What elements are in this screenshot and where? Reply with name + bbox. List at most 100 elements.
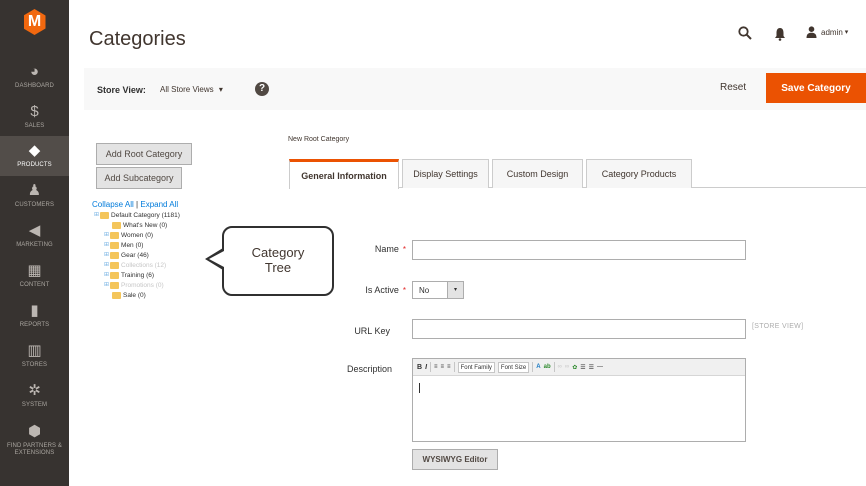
expand-toggle-icon[interactable]: ⊞ xyxy=(104,251,109,260)
expand-toggle-icon[interactable]: ⊞ xyxy=(104,231,109,240)
store-view-switcher[interactable]: All Store Views ▾ xyxy=(160,85,223,94)
callout-text: Category Tree xyxy=(222,245,334,275)
user-name: admin xyxy=(821,27,843,37)
tree-node[interactable]: ⊞ Collections (12) xyxy=(104,261,166,270)
nav-label: SYSTEM xyxy=(21,402,48,408)
horizontal-rule-icon[interactable]: — xyxy=(597,364,603,370)
expand-toggle-icon[interactable]: ⊞ xyxy=(104,261,109,270)
chevron-down-icon: ▾ xyxy=(844,29,849,36)
link-icon[interactable]: ∞ xyxy=(558,364,562,370)
text-color-button[interactable]: A xyxy=(536,364,540,370)
nav-item-partners[interactable]: ⬢ FIND PARTNERS & EXTENSIONS xyxy=(0,416,69,464)
admin-sidebar: M ◕ DASHBOARD $ SALES ◆ PRODUCTS ♟ CUSTO… xyxy=(0,0,69,486)
text-cursor xyxy=(419,383,420,393)
nav-item-products[interactable]: ◆ PRODUCTS xyxy=(0,136,69,176)
image-icon[interactable]: ✿ xyxy=(572,364,577,371)
nav-label: DASHBOARD xyxy=(15,83,54,89)
tab-custom-design[interactable]: Custom Design xyxy=(492,159,583,188)
store-view-value: All Store Views xyxy=(160,85,214,94)
folder-icon xyxy=(112,292,121,299)
tree-node[interactable]: ⊞ Men (0) xyxy=(104,241,143,250)
font-family-select[interactable]: Font Family xyxy=(457,361,495,373)
callout-line: Tree xyxy=(264,260,292,275)
expand-all-link[interactable]: Expand All xyxy=(140,200,178,209)
font-size-select[interactable]: Font Size xyxy=(497,361,530,373)
folder-icon xyxy=(110,232,120,239)
tree-node-label: Men (0) xyxy=(121,242,144,249)
chevron-down-icon: ▾ xyxy=(218,85,223,94)
tab-display-settings[interactable]: Display Settings xyxy=(402,159,489,188)
align-center-icon[interactable]: ≡ xyxy=(441,364,445,370)
nav-label: PRODUCTS xyxy=(17,162,52,168)
toolbar-separator xyxy=(453,362,455,372)
chevron-down-icon: ▾ xyxy=(447,282,463,298)
align-left-icon[interactable]: ≡ xyxy=(434,364,438,370)
tree-node-label: Training (6) xyxy=(121,272,155,279)
tree-node[interactable]: ⊞ Default Category (1181) xyxy=(94,211,180,220)
name-input[interactable] xyxy=(412,240,746,260)
collapse-all-link[interactable]: Collapse All xyxy=(92,200,134,209)
nav-item-reports[interactable]: ▮ REPORTS xyxy=(0,296,69,336)
is-active-label: Is Active * xyxy=(365,285,406,295)
description-editor[interactable]: B I ≡ ≡ ≡ Font Family Font Size A ab ∞ ∞… xyxy=(412,358,746,442)
bullet-list-icon[interactable]: ☰ xyxy=(580,364,585,371)
magento-logo-icon: M xyxy=(23,9,46,35)
category-tabs: General Information Display Settings Cus… xyxy=(289,156,866,189)
nav-item-dashboard[interactable]: ◕ DASHBOARD xyxy=(0,57,69,97)
folder-icon xyxy=(110,272,120,279)
highlight-color-button[interactable]: ab xyxy=(544,364,551,370)
tree-node[interactable]: ⊞ Gear (46) xyxy=(104,251,149,260)
dollar-icon: $ xyxy=(30,103,39,120)
toolbar-separator xyxy=(532,362,534,372)
folder-icon xyxy=(100,212,110,219)
tree-node-label: Sale (0) xyxy=(123,292,146,299)
expand-toggle-icon[interactable]: ⊞ xyxy=(104,271,109,280)
numbered-list-icon[interactable]: ☰ xyxy=(589,364,594,371)
required-mark: * xyxy=(402,245,406,254)
expand-toggle-icon[interactable]: ⊞ xyxy=(94,211,99,220)
search-icon[interactable] xyxy=(738,26,752,40)
tree-node-label: Gear (46) xyxy=(121,252,149,259)
page-actions-bar: Store View: All Store Views ▾ ? Reset Sa… xyxy=(84,68,866,110)
tree-node[interactable]: What's New (0) xyxy=(112,221,167,230)
reset-button[interactable]: Reset xyxy=(720,82,746,93)
italic-button[interactable]: I xyxy=(425,364,427,371)
add-root-category-button[interactable]: Add Root Category xyxy=(96,143,192,165)
nav-item-customers[interactable]: ♟ CUSTOMERS xyxy=(0,176,69,216)
magento-logo[interactable]: M xyxy=(0,0,69,44)
bold-button[interactable]: B xyxy=(417,364,422,371)
nav-item-system[interactable]: ✲ SYSTEM xyxy=(0,376,69,416)
unlink-icon[interactable]: ∞ xyxy=(565,364,569,370)
user-icon xyxy=(806,26,817,38)
tree-node[interactable]: ⊞ Promotions (0) xyxy=(104,281,164,290)
add-subcategory-button[interactable]: Add Subcategory xyxy=(96,167,182,189)
is-active-select[interactable]: No ▾ xyxy=(412,281,464,299)
nav-item-content[interactable]: ▦ CONTENT xyxy=(0,256,69,296)
url-key-label: URL Key xyxy=(354,326,390,336)
nav-label: REPORTS xyxy=(19,322,50,328)
tree-node[interactable]: ⊞ Training (6) xyxy=(104,271,154,280)
align-right-icon[interactable]: ≡ xyxy=(447,364,451,370)
wysiwyg-editor-button[interactable]: WYSIWYG Editor xyxy=(412,449,498,470)
nav-label: MARKETING xyxy=(16,242,53,248)
save-category-button[interactable]: Save Category xyxy=(766,73,866,103)
separator: | xyxy=(136,200,139,209)
folder-icon xyxy=(110,282,120,289)
tree-node-label: Promotions (0) xyxy=(121,282,164,289)
tree-node[interactable]: Sale (0) xyxy=(112,291,146,300)
nav-item-marketing[interactable]: ◀ MARKETING xyxy=(0,216,69,256)
tree-node-label: Collections (12) xyxy=(121,262,167,269)
tree-node[interactable]: ⊞ Women (0) xyxy=(104,231,153,240)
tab-general-information[interactable]: General Information xyxy=(289,159,399,189)
expand-toggle-icon[interactable]: ⊞ xyxy=(104,241,109,250)
help-icon[interactable]: ? xyxy=(255,82,269,96)
expand-toggle-icon[interactable]: ⊞ xyxy=(104,281,109,290)
nav-item-sales[interactable]: $ SALES xyxy=(0,97,69,137)
person-icon: ♟ xyxy=(27,182,42,199)
url-key-input[interactable] xyxy=(412,319,746,339)
tab-category-products[interactable]: Category Products xyxy=(586,159,692,188)
user-menu[interactable]: admin ▾ xyxy=(806,26,848,38)
nav-item-stores[interactable]: ▥ STORES xyxy=(0,336,69,376)
nav-label: STORES xyxy=(21,362,48,368)
bell-icon[interactable] xyxy=(774,27,786,41)
